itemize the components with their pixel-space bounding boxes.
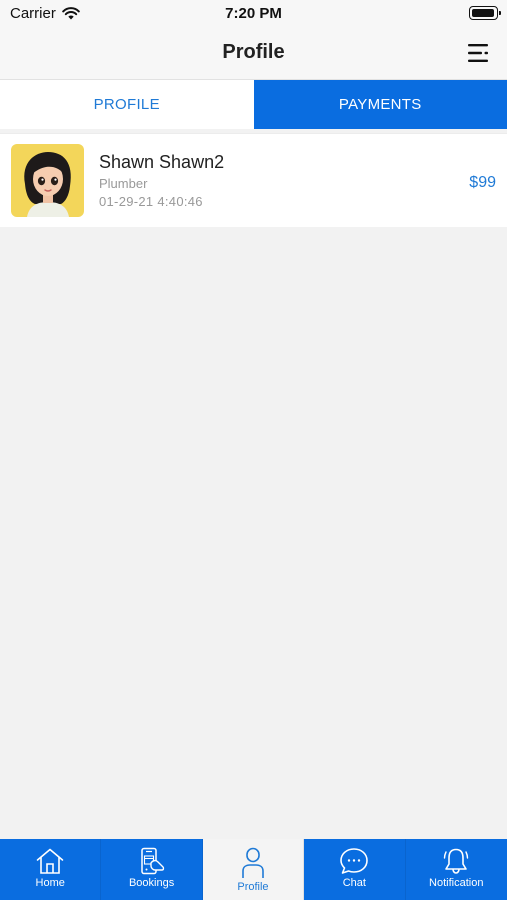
- payment-row[interactable]: Shawn Shawn2 Plumber 01-29-21 4:40:46 $9…: [0, 133, 507, 227]
- bottom-tab-label-bookings: Bookings: [128, 877, 175, 889]
- chat-icon: [340, 848, 369, 874]
- bottom-tab-label-notification: Notification: [429, 877, 484, 889]
- battery-icon: [469, 6, 501, 20]
- bottom-tab-profile[interactable]: Profile: [202, 839, 305, 900]
- bottom-tab-label-home: Home: [35, 877, 65, 889]
- profile-icon: [242, 847, 264, 878]
- bottom-tab-label-profile: Profile: [237, 881, 269, 893]
- bottom-tab-notification[interactable]: Notification: [406, 839, 507, 900]
- tab-profile[interactable]: PROFILE: [0, 80, 254, 129]
- home-icon: [36, 848, 64, 874]
- avatar: [11, 144, 84, 217]
- status-bar: Carrier 7:20 PM: [0, 0, 507, 28]
- menu-icon: [468, 44, 488, 62]
- payer-profession: Plumber: [99, 176, 148, 191]
- payment-amount: $99: [469, 174, 496, 191]
- bottom-tab-chat[interactable]: Chat: [304, 839, 406, 900]
- payment-date: 01-29-21 4:40:46: [99, 194, 203, 209]
- bell-icon: [444, 848, 469, 874]
- payer-name: Shawn Shawn2: [99, 152, 225, 172]
- tab-payments[interactable]: PAYMENTS: [253, 80, 507, 129]
- bottom-tab-label-chat: Chat: [342, 877, 366, 889]
- payments-list: Shawn Shawn2 Plumber 01-29-21 4:40:46 $9…: [0, 133, 507, 227]
- bookings-icon: [140, 847, 164, 875]
- menu-button[interactable]: [465, 40, 491, 66]
- bottom-tab-bookings[interactable]: Bookings: [101, 839, 203, 900]
- segment-tabs: PROFILE PAYMENTS: [0, 80, 507, 129]
- clock-time: 7:20 PM: [225, 5, 282, 22]
- bottom-tab-home[interactable]: Home: [0, 839, 102, 900]
- page-title: Profile: [222, 41, 285, 63]
- navigation-bar: Profile: [0, 28, 507, 80]
- bottom-tab-bar: Home Bookings Profile Chat Notification: [0, 839, 507, 900]
